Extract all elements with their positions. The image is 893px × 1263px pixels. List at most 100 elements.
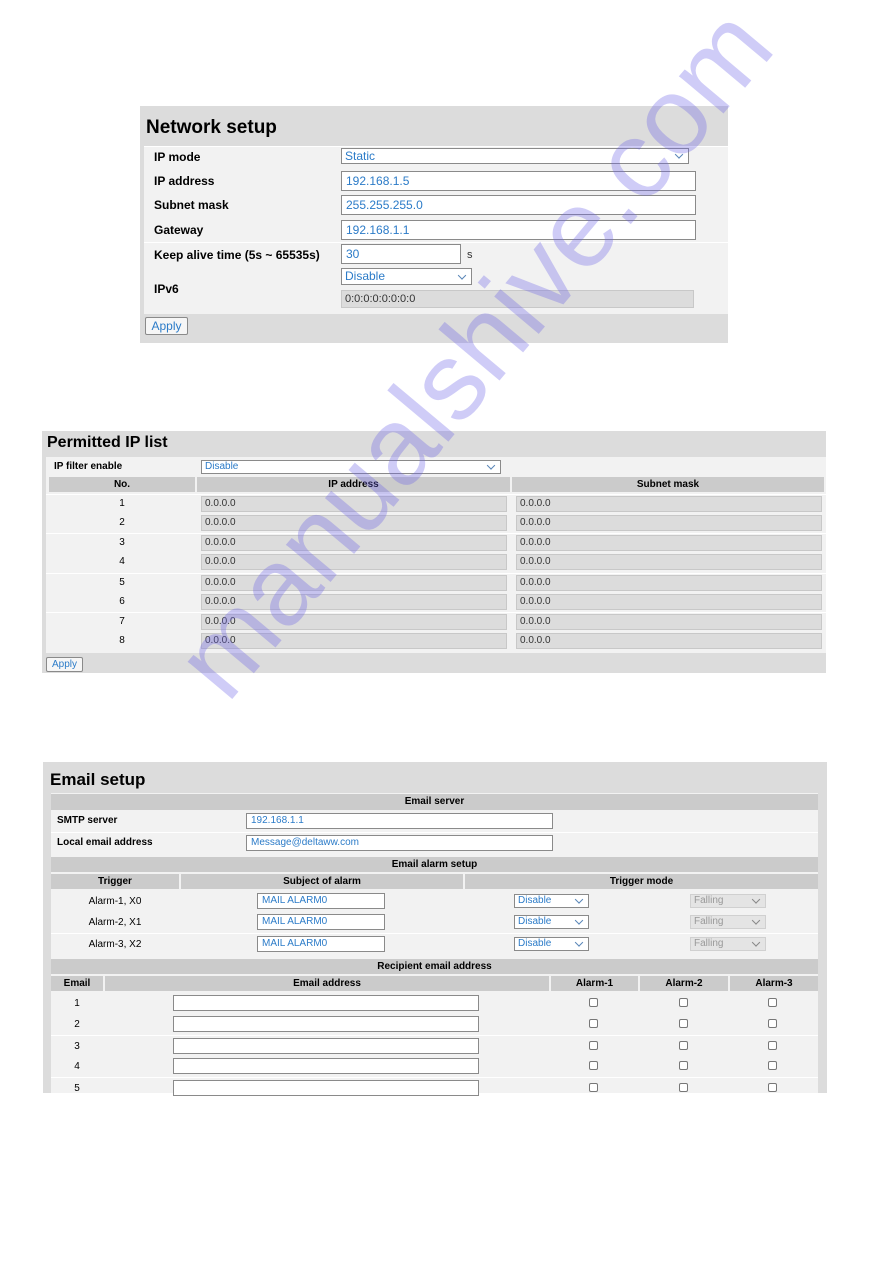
subnet-mask-field[interactable]: 0.0.0.0 — [516, 614, 822, 631]
alarm-row: Alarm-2, X1 MAIL ALARM0 Disable Falling — [51, 912, 818, 933]
alarm-row: Alarm-1, X0 MAIL ALARM0 Disable Falling — [51, 891, 818, 912]
subnet-mask-field[interactable]: 0.0.0.0 — [516, 554, 822, 571]
trigger-edge-value: Falling — [694, 916, 724, 927]
alarm-2-checkbox[interactable] — [679, 1061, 688, 1070]
alarm-3-checkbox[interactable] — [768, 998, 777, 1007]
column-header-alarm-1: Alarm-1 — [551, 976, 638, 991]
row-number: 4 — [119, 556, 125, 568]
recipient-row: 3 — [51, 1035, 818, 1057]
recipient-email-input[interactable] — [173, 1038, 479, 1054]
recipient-number: 4 — [74, 1061, 80, 1072]
table-row: 6 0.0.0.0 0.0.0.0 — [46, 593, 826, 612]
column-header-subnet-mask: Subnet mask — [512, 477, 824, 492]
ip-address-field[interactable]: 0.0.0.0 — [201, 614, 507, 631]
network-setup-panel: Network setup IP mode Static IP address … — [140, 106, 728, 343]
keep-alive-label: Keep alive time (5s ~ 65535s) — [154, 248, 320, 262]
alarm-1-checkbox[interactable] — [589, 1041, 598, 1050]
alarm-1-checkbox[interactable] — [589, 1019, 598, 1028]
permitted-ip-panel: Permitted IP list IP filter enable Disab… — [42, 431, 826, 673]
ip-address-field[interactable]: 0.0.0.0 — [201, 554, 507, 571]
alarm-3-checkbox[interactable] — [768, 1019, 777, 1028]
column-header-ip-address: IP address — [197, 477, 510, 492]
ip-address-field[interactable]: 0.0.0.0 — [201, 632, 507, 649]
trigger-edge-select[interactable]: Falling — [690, 937, 766, 951]
ipv6-mode-select[interactable]: Disable — [341, 268, 472, 285]
ip-address-field[interactable]: 0.0.0.0 — [201, 496, 507, 512]
subnet-mask-field[interactable]: 0.0.0.0 — [516, 574, 822, 591]
alarm-subject-input[interactable]: MAIL ALARM0 — [257, 936, 385, 952]
subnet-mask-field[interactable]: 0.0.0.0 — [516, 593, 822, 610]
table-row: 7 0.0.0.0 0.0.0.0 — [46, 612, 826, 632]
row-number: 5 — [119, 576, 125, 588]
alarm-1-checkbox[interactable] — [589, 1061, 598, 1070]
email-setup-title: Email setup — [50, 770, 146, 789]
chevron-down-icon — [751, 916, 761, 925]
row-number: 1 — [119, 498, 125, 509]
ip-filter-value: Disable — [205, 461, 239, 472]
permitted-ip-table: IP filter enable Disable No. IP address … — [46, 457, 826, 653]
smtp-server-input[interactable]: 192.168.1.1 — [246, 813, 553, 829]
alarm-2-checkbox[interactable] — [679, 1019, 688, 1028]
ip-address-input[interactable]: 192.168.1.5 — [341, 171, 696, 191]
trigger-edge-select[interactable]: Falling — [690, 915, 766, 929]
recipient-row: 1 — [51, 993, 818, 1014]
chevron-down-icon — [751, 938, 761, 947]
alarm-3-checkbox[interactable] — [768, 1061, 777, 1070]
trigger-label: Alarm-1, X0 — [88, 896, 142, 907]
recipient-header: Recipient email address — [51, 959, 818, 974]
ip-mode-select[interactable]: Static — [341, 148, 689, 164]
ip-filter-select[interactable]: Disable — [201, 460, 501, 474]
alarm-subject-input[interactable]: MAIL ALARM0 — [257, 893, 385, 909]
row-number: 6 — [119, 595, 125, 607]
trigger-edge-select[interactable]: Falling — [690, 894, 766, 908]
row-number: 3 — [119, 537, 125, 549]
ip-address-field[interactable]: 0.0.0.0 — [201, 514, 507, 531]
ip-address-field[interactable]: 0.0.0.0 — [201, 535, 507, 552]
ip-address-field[interactable]: 0.0.0.0 — [201, 574, 507, 591]
ip-filter-label: IP filter enable — [54, 461, 123, 472]
ip-address-field[interactable]: 0.0.0.0 — [201, 593, 507, 610]
subnet-mask-field[interactable]: 0.0.0.0 — [516, 514, 822, 531]
gateway-input[interactable]: 192.168.1.1 — [341, 220, 696, 240]
alarm-subject-input[interactable]: MAIL ALARM0 — [257, 914, 385, 930]
trigger-mode-select[interactable]: Disable — [514, 894, 589, 908]
alarm-2-checkbox[interactable] — [679, 1041, 688, 1050]
local-email-input[interactable]: Message@deltaww.com — [246, 835, 553, 851]
chevron-down-icon — [574, 916, 584, 925]
alarm-row: Alarm-3, X2 MAIL ALARM0 Disable Falling — [51, 933, 818, 955]
subnet-mask-field[interactable]: 0.0.0.0 — [516, 535, 822, 552]
column-header-subject: Subject of alarm — [181, 874, 463, 889]
table-row: 4 0.0.0.0 0.0.0.0 — [46, 553, 826, 572]
trigger-label: Alarm-2, X1 — [88, 917, 142, 928]
recipient-email-input[interactable] — [173, 1016, 479, 1032]
table-row: 1 0.0.0.0 0.0.0.0 — [46, 494, 826, 514]
subnet-mask-field[interactable]: 0.0.0.0 — [516, 632, 822, 649]
email-setup-panel: Email setup Email server SMTP server 192… — [43, 762, 827, 1096]
keep-alive-unit: s — [467, 249, 473, 261]
recipient-email-input[interactable] — [173, 1058, 479, 1074]
alarm-1-checkbox[interactable] — [589, 1083, 598, 1092]
alarm-1-checkbox[interactable] — [589, 998, 598, 1007]
trigger-edge-value: Falling — [694, 938, 724, 949]
column-header-trigger: Trigger — [51, 874, 179, 889]
network-apply-button[interactable]: Apply — [145, 317, 188, 335]
subnet-mask-field[interactable]: 0.0.0.0 — [516, 496, 822, 512]
recipient-row: 5 — [51, 1077, 818, 1099]
trigger-mode-select[interactable]: Disable — [514, 937, 589, 951]
recipient-email-input[interactable] — [173, 995, 479, 1011]
alarm-3-checkbox[interactable] — [768, 1041, 777, 1050]
keep-alive-input[interactable]: 30 — [341, 244, 461, 264]
column-header-no: No. — [49, 477, 195, 492]
chevron-down-icon — [751, 895, 761, 904]
recipient-email-input[interactable] — [173, 1080, 479, 1096]
alarm-2-checkbox[interactable] — [679, 1083, 688, 1092]
alarm-3-checkbox[interactable] — [768, 1083, 777, 1092]
alarm-2-checkbox[interactable] — [679, 998, 688, 1007]
trigger-mode-select[interactable]: Disable — [514, 915, 589, 929]
table-row: 2 0.0.0.0 0.0.0.0 — [46, 514, 826, 533]
ip-mode-label: IP mode — [154, 150, 201, 164]
subnet-mask-label: Subnet mask — [154, 198, 229, 212]
permitted-apply-button[interactable]: Apply — [46, 657, 83, 672]
recipient-number: 1 — [74, 998, 80, 1009]
subnet-mask-input[interactable]: 255.255.255.0 — [341, 195, 696, 215]
